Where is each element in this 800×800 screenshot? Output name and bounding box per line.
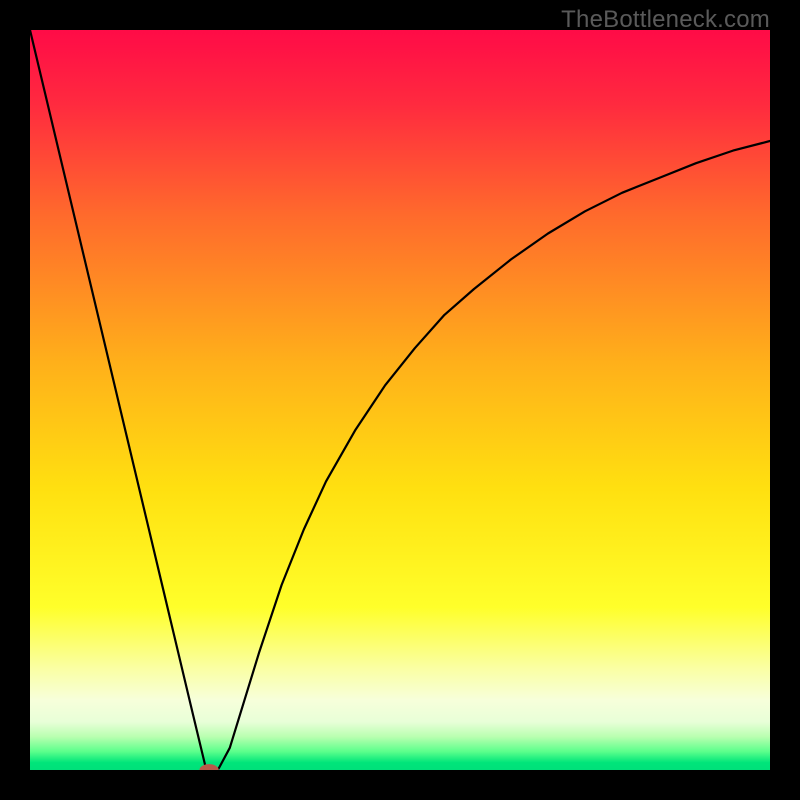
chart-frame	[30, 30, 770, 770]
bottleneck-chart	[30, 30, 770, 770]
chart-background	[30, 30, 770, 770]
